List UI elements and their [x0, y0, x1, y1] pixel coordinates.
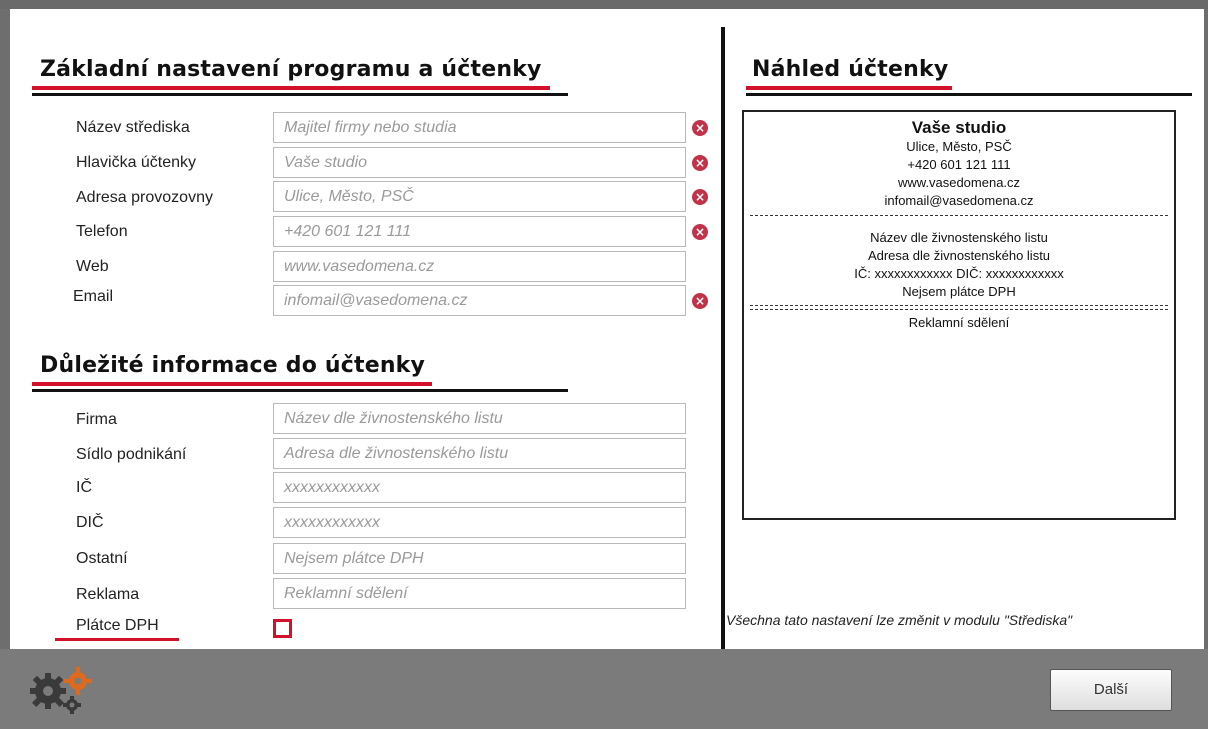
x-circle-icon[interactable]: × — [692, 155, 708, 171]
label-receipt-header: Hlavička účtenky — [76, 154, 197, 171]
shop-address-field[interactable]: Ulice, Město, PSČ — [273, 181, 686, 212]
advert-field[interactable]: Reklamní sdělení — [273, 578, 686, 609]
dic-field[interactable]: xxxxxxxxxxxx — [273, 507, 686, 538]
center-name-field[interactable]: Majitel firmy nebo studia — [273, 112, 686, 143]
right-frame — [1204, 9, 1208, 649]
web-field[interactable]: www.vasedomena.cz — [273, 251, 686, 282]
label-dic: DIČ — [76, 514, 104, 531]
receipt-separator-double — [750, 305, 1168, 310]
top-frame — [0, 0, 1208, 9]
preview-title: Náhled účtenky — [752, 57, 949, 82]
next-button[interactable]: Další — [1050, 669, 1172, 711]
email-field[interactable]: infomail@vasedomena.cz — [273, 285, 686, 316]
receipt-web: www.vasedomena.cz — [897, 175, 1021, 190]
phone-field[interactable]: +420 601 121 111 — [273, 216, 686, 247]
label-email: Email — [73, 288, 114, 305]
section-title-receipt-info: Důležité informace do účtenky — [40, 353, 426, 378]
gears-icon — [22, 659, 104, 719]
label-ico: IČ — [76, 479, 92, 496]
panel-divider — [721, 27, 725, 649]
vat-payer-checkbox[interactable] — [273, 619, 292, 638]
vat-payer-underline — [55, 638, 179, 641]
label-other: Ostatní — [76, 550, 128, 567]
company-field[interactable]: Název dle živnostenského listu — [273, 403, 686, 434]
x-circle-icon[interactable]: × — [692, 120, 708, 136]
preview-title-underline — [746, 86, 952, 90]
x-circle-icon[interactable]: × — [692, 224, 708, 240]
label-business-seat: Sídlo podnikání — [76, 446, 187, 463]
label-phone: Telefon — [76, 223, 128, 240]
settings-note: Všechna tato nastavení lze změnit v modu… — [726, 612, 1073, 628]
receipt-ad-message: Reklamní sdělení — [908, 315, 1010, 330]
receipt-studio-name: Vaše studio — [911, 118, 1007, 137]
left-frame — [0, 9, 10, 649]
label-vat-payer: Plátce DPH — [76, 617, 159, 634]
preview-title-rule — [746, 93, 1192, 96]
ico-field[interactable]: xxxxxxxxxxxx — [273, 472, 686, 503]
receipt-email: infomail@vasedomena.cz — [884, 193, 1034, 208]
label-web: Web — [76, 258, 109, 275]
label-shop-address: Adresa provozovny — [76, 189, 213, 206]
label-center-name: Název střediska — [76, 119, 190, 136]
section-title-underline — [32, 86, 550, 90]
receipt-phone: +420 601 121 111 — [907, 157, 1011, 172]
x-circle-icon[interactable]: × — [692, 189, 708, 205]
receipt-address: Ulice, Město, PSČ — [906, 139, 1012, 154]
section-title-underline — [32, 382, 432, 386]
receipt-company-address: Adresa dle živnostenského listu — [867, 248, 1051, 263]
receipt-vat-note: Nejsem plátce DPH — [902, 284, 1016, 299]
label-advert: Reklama — [76, 586, 140, 603]
receipt-header-field[interactable]: Vaše studio — [273, 147, 686, 178]
section-title-rule — [32, 93, 568, 96]
section-title-rule — [32, 389, 568, 392]
content-area: Základní nastavení programu a účtenky Ná… — [10, 9, 1204, 649]
receipt-separator — [750, 215, 1168, 216]
bottom-bar — [0, 649, 1208, 729]
x-circle-icon[interactable]: × — [692, 293, 708, 309]
receipt-ids: IČ: xxxxxxxxxxxx DIČ: xxxxxxxxxxxx — [854, 266, 1064, 281]
business-seat-field[interactable]: Adresa dle živnostenského listu — [273, 438, 686, 469]
section-title-basic-settings: Základní nastavení programu a účtenky — [40, 57, 542, 82]
receipt-company: Název dle živnostenského listu — [870, 230, 1048, 245]
other-field[interactable]: Nejsem plátce DPH — [273, 543, 686, 574]
receipt-preview: Vaše studio Ulice, Město, PSČ +420 601 1… — [742, 110, 1176, 520]
label-company: Firma — [76, 411, 117, 428]
